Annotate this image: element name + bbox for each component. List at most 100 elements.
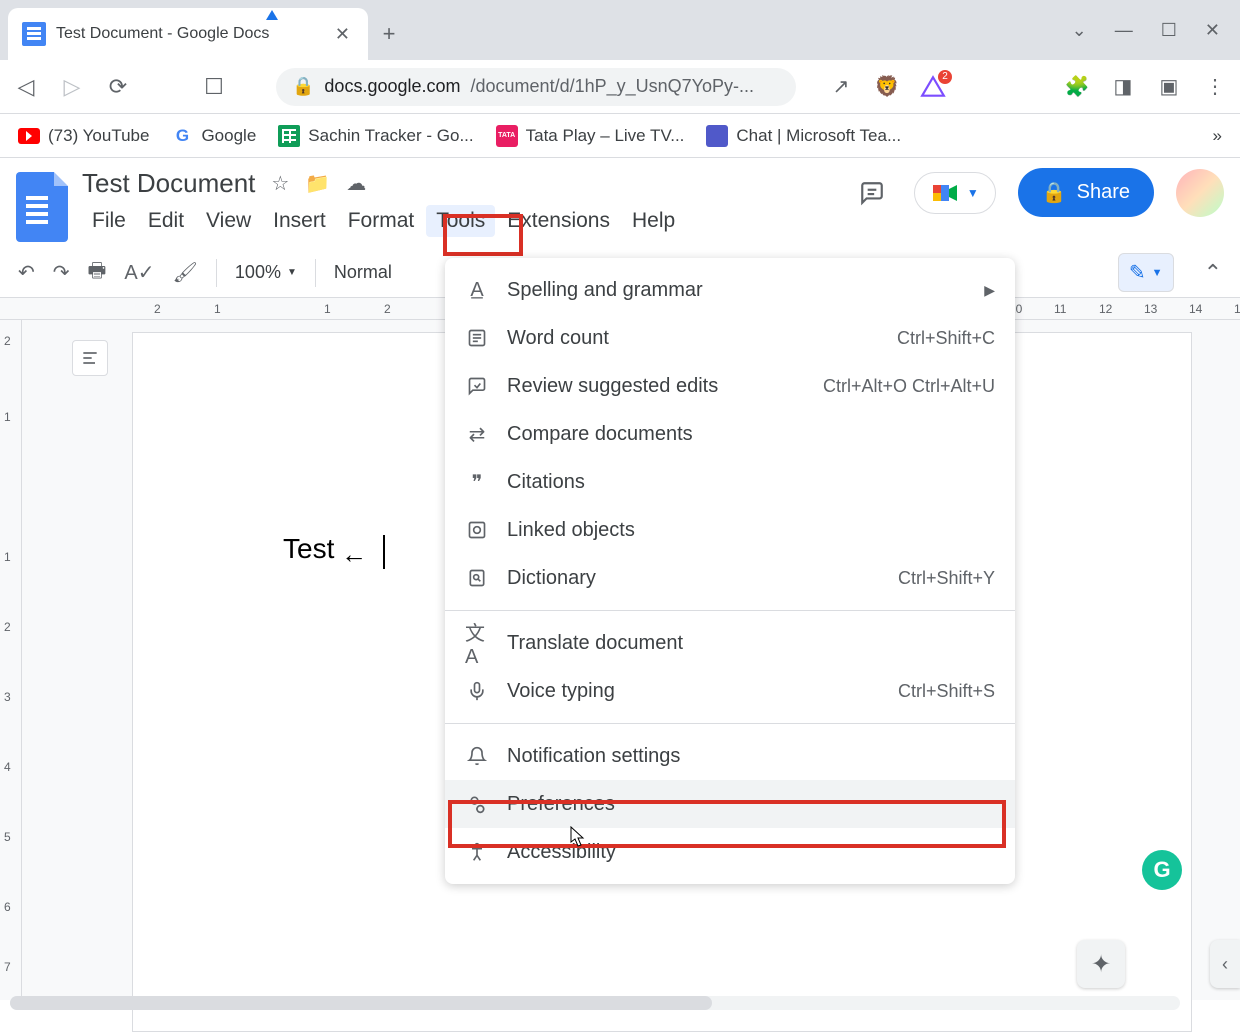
meet-button[interactable]: ▼ (914, 172, 996, 214)
chevron-down-icon[interactable]: ⌄ (1072, 20, 1087, 41)
tab-title: Test Document - Google Docs (56, 25, 321, 43)
new-tab-button[interactable]: + (368, 8, 410, 60)
reload-button[interactable]: ⟳ (104, 73, 132, 101)
menu-insert[interactable]: Insert (263, 205, 336, 237)
scrollbar-thumb[interactable] (10, 996, 712, 1010)
bookmark-label: (73) YouTube (48, 126, 149, 146)
lock-icon: 🔒 (292, 76, 314, 97)
sheets-icon (278, 125, 300, 147)
bookmark-label: Tata Play – Live TV... (526, 126, 685, 146)
spellcheck-icon: A̲ (465, 278, 489, 302)
menu-review-edits[interactable]: Review suggested edits Ctrl+Alt+O Ctrl+A… (445, 362, 1015, 410)
review-icon (465, 374, 489, 398)
menu-edit[interactable]: Edit (138, 205, 194, 237)
shields-badge: 2 (938, 70, 952, 84)
address-bar: ◁ ▷ ⟳ ☐ 🔒 docs.google.com/document/d/1hP… (0, 60, 1240, 114)
move-icon[interactable]: 📁 (305, 171, 330, 196)
menu-extensions[interactable]: Extensions (497, 205, 620, 237)
url-bar[interactable]: 🔒 docs.google.com/document/d/1hP_y_UsnQ7… (276, 68, 796, 106)
extensions-icon[interactable]: 🧩 (1064, 74, 1090, 100)
explore-button[interactable]: ✦ (1077, 940, 1125, 988)
brave-shields-icon[interactable]: 2 (920, 74, 946, 100)
browser-menu-icon[interactable]: ⋮ (1202, 74, 1228, 100)
menu-file[interactable]: File (82, 205, 136, 237)
collapse-toolbar-icon[interactable]: ⌃ (1204, 260, 1222, 286)
indent-marker[interactable] (266, 10, 278, 20)
document-title[interactable]: Test Document (82, 168, 255, 199)
menu-voice-typing[interactable]: Voice typing Ctrl+Shift+S (445, 667, 1015, 715)
forward-button[interactable]: ▷ (58, 73, 86, 101)
zoom-select[interactable]: 100% ▼ (235, 262, 297, 283)
bookmarks-overflow-icon[interactable]: » (1213, 126, 1222, 146)
menu-preferences[interactable]: Preferences (445, 780, 1015, 828)
bookmark-label: Sachin Tracker - Go... (308, 126, 473, 146)
star-icon[interactable]: ☆ (271, 171, 289, 196)
share-label: Share (1077, 181, 1130, 204)
bookmark-label: Google (201, 126, 256, 146)
side-panel-toggle[interactable]: ‹ (1210, 940, 1240, 988)
window-controls: ⌄ — ☐ ✕ (1052, 0, 1240, 60)
docs-header: Test Document ☆ 📁 ☁ File Edit View Inser… (0, 158, 1240, 242)
separator (315, 259, 316, 287)
horizontal-scrollbar[interactable] (10, 996, 1180, 1010)
menu-word-count[interactable]: Word count Ctrl+Shift+C (445, 314, 1015, 362)
pencil-icon: ✎ (1129, 260, 1146, 285)
compare-icon: ⇄ (465, 422, 489, 446)
wallet-icon[interactable]: ▣ (1156, 74, 1182, 100)
menu-dictionary[interactable]: Dictionary Ctrl+Shift+Y (445, 554, 1015, 602)
tab-close-icon[interactable]: ✕ (331, 22, 354, 47)
url-path: /document/d/1hP_y_UsnQ7YoPy-... (471, 76, 755, 97)
back-button[interactable]: ◁ (12, 73, 40, 101)
dictionary-icon (465, 566, 489, 590)
account-avatar[interactable] (1176, 169, 1224, 217)
share-url-icon[interactable]: ↗ (828, 74, 854, 100)
menu-help[interactable]: Help (622, 205, 685, 237)
sidepanel-icon[interactable]: ◨ (1110, 74, 1136, 100)
cloud-status-icon[interactable]: ☁ (346, 171, 366, 196)
bookmark-teams[interactable]: Chat | Microsoft Tea... (706, 125, 901, 147)
lock-icon: 🔒 (1042, 180, 1067, 205)
undo-button[interactable]: ↶ (18, 260, 35, 285)
vertical-ruler[interactable]: 2 1 1 2 3 4 5 6 7 (0, 320, 22, 1000)
spellcheck-button[interactable]: A✓ (124, 260, 154, 285)
close-window-icon[interactable]: ✕ (1205, 20, 1220, 41)
bookmark-sheets[interactable]: Sachin Tracker - Go... (278, 125, 473, 147)
menu-linked-objects[interactable]: Linked objects (445, 506, 1015, 554)
document-outline-icon[interactable] (72, 340, 108, 376)
menu-tools[interactable]: Tools (426, 205, 495, 237)
editing-mode-button[interactable]: ✎ ▼ (1118, 253, 1174, 292)
bookmark-google[interactable]: G Google (171, 125, 256, 147)
arrow-annotation: ← (341, 539, 367, 570)
menu-compare[interactable]: ⇄ Compare documents (445, 410, 1015, 458)
browser-tab[interactable]: Test Document - Google Docs ✕ (8, 8, 368, 60)
teams-icon (706, 125, 728, 147)
share-button[interactable]: 🔒 Share (1018, 168, 1154, 217)
minimize-icon[interactable]: — (1115, 20, 1133, 41)
menu-translate[interactable]: 文A Translate document (445, 619, 1015, 667)
browser-tab-strip: Test Document - Google Docs ✕ + ⌄ — ☐ ✕ (0, 0, 1240, 60)
bookmark-tata[interactable]: TATA Tata Play – Live TV... (496, 125, 685, 147)
print-button[interactable]: 🖶 (88, 256, 107, 290)
comments-icon[interactable] (852, 173, 892, 213)
bookmark-youtube[interactable]: (73) YouTube (18, 125, 149, 147)
menu-accessibility[interactable]: Accessibility (445, 828, 1015, 876)
document-text[interactable]: Test ← (283, 533, 385, 569)
menu-view[interactable]: View (196, 205, 261, 237)
youtube-icon (18, 128, 40, 144)
style-select[interactable]: Normal (334, 262, 392, 283)
accessibility-icon (465, 840, 489, 864)
bookmarks-bar: (73) YouTube G Google Sachin Tracker - G… (0, 114, 1240, 158)
redo-button[interactable]: ↷ (53, 260, 70, 285)
menu-separator (445, 723, 1015, 724)
brave-icon[interactable]: 🦁 (874, 74, 900, 100)
paint-format-button[interactable]: 🖌 (173, 260, 198, 285)
bookmark-label: Chat | Microsoft Tea... (736, 126, 901, 146)
grammarly-icon[interactable]: G (1142, 850, 1182, 890)
maximize-icon[interactable]: ☐ (1161, 20, 1177, 41)
docs-logo-icon[interactable] (16, 172, 68, 242)
menu-citations[interactable]: ❞ Citations (445, 458, 1015, 506)
bookmark-icon[interactable]: ☐ (200, 73, 228, 101)
menu-spelling-grammar[interactable]: A̲ Spelling and grammar ▶ (445, 266, 1015, 314)
menu-notification-settings[interactable]: Notification settings (445, 732, 1015, 780)
menu-format[interactable]: Format (338, 205, 425, 237)
